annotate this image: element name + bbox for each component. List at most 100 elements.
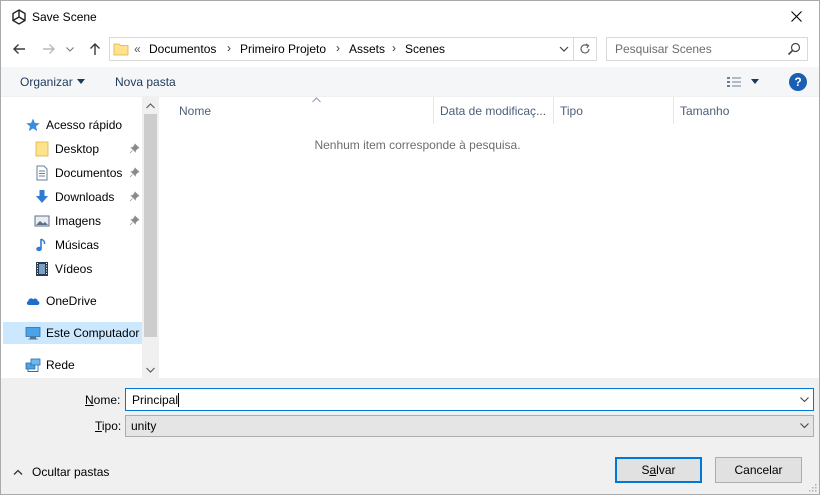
computer-icon <box>25 327 41 340</box>
recent-locations-button[interactable] <box>63 39 77 59</box>
breadcrumb-overflow[interactable]: « <box>134 42 141 56</box>
view-details-icon[interactable] <box>726 75 742 89</box>
nav-item-label: Músicas <box>55 238 100 252</box>
nav-item-documents[interactable]: Documentos <box>34 162 140 184</box>
window-title: Save Scene <box>32 10 97 24</box>
cancel-button[interactable]: Cancelar <box>715 457 802 483</box>
column-header-label: Data de modificaç... <box>440 103 547 118</box>
folder-icon <box>35 141 49 157</box>
empty-list-message: Nenhum item corresponde à pesquisa. <box>314 138 521 152</box>
scroll-thumb[interactable] <box>144 114 157 337</box>
organize-menu-button[interactable]: Organizar <box>20 75 73 89</box>
caret-down-icon[interactable] <box>77 79 85 85</box>
address-bar[interactable]: « Documentos › Primeiro Projeto › Assets… <box>109 37 574 61</box>
column-header-date[interactable]: Data de modificaç... <box>434 97 554 124</box>
forward-button[interactable] <box>39 39 59 59</box>
file-type-select[interactable]: unity <box>125 415 814 437</box>
arrow-up-icon <box>90 43 100 55</box>
save-form: Nome: Tipo: unity Ocultar pastas Salvar … <box>1 378 819 494</box>
file-name-input[interactable] <box>126 389 790 410</box>
chevron-down-icon[interactable] <box>559 44 569 54</box>
save-button[interactable]: Salvar <box>615 457 702 483</box>
nav-item-quick-access[interactable]: Acesso rápido <box>25 114 141 136</box>
nav-item-label: Desktop <box>55 142 100 156</box>
hide-folders-button[interactable]: Ocultar pastas <box>13 465 109 479</box>
arrow-left-icon <box>13 44 25 54</box>
breadcrumb-item[interactable]: Documentos <box>149 42 216 56</box>
close-icon <box>790 11 802 22</box>
new-folder-button[interactable]: Nova pasta <box>115 75 176 89</box>
nav-item-downloads[interactable]: Downloads <box>34 186 140 208</box>
scroll-down-button[interactable] <box>142 361 159 378</box>
breadcrumb-item[interactable]: Assets <box>349 42 385 56</box>
text-caret <box>178 393 179 407</box>
arrow-right-icon <box>43 44 55 54</box>
navigation-scrollbar[interactable] <box>142 97 159 378</box>
cloud-icon <box>26 298 40 305</box>
chevron-up-icon <box>146 102 155 108</box>
nav-item-label: Acesso rápido <box>46 118 123 132</box>
network-icon <box>25 358 41 372</box>
chevron-down-icon <box>66 46 74 52</box>
search-icon[interactable] <box>787 42 801 56</box>
refresh-button[interactable] <box>574 37 597 61</box>
nav-item-label: Rede <box>46 358 75 372</box>
command-toolbar: Organizar Nova pasta ? <box>1 67 819 97</box>
nav-item-this-pc[interactable]: Este Computador <box>3 322 142 344</box>
back-button[interactable] <box>9 39 29 59</box>
nav-item-pictures[interactable]: Imagens <box>34 210 140 232</box>
video-icon <box>36 262 48 276</box>
hide-folders-label: Ocultar pastas <box>32 465 110 479</box>
refresh-icon <box>580 43 590 54</box>
nav-item-label: Vídeos <box>55 262 93 276</box>
search-input[interactable] <box>607 38 782 60</box>
nav-item-label: Downloads <box>55 190 115 204</box>
resize-grip-icon[interactable] <box>807 482 817 492</box>
file-name-field[interactable] <box>125 388 814 411</box>
folder-icon <box>113 43 129 56</box>
nav-item-onedrive[interactable]: OneDrive <box>25 290 141 312</box>
chevron-down-icon[interactable] <box>800 397 809 403</box>
column-header-name[interactable]: Nome <box>173 97 434 124</box>
column-header-type[interactable]: Tipo <box>554 97 674 124</box>
nav-item-network[interactable]: Rede <box>25 354 141 376</box>
chevron-up-icon <box>13 469 23 475</box>
picture-icon <box>34 215 50 227</box>
nav-item-music[interactable]: Músicas <box>34 234 140 256</box>
pin-icon[interactable] <box>129 191 140 202</box>
unity-icon <box>12 9 26 25</box>
column-header-size[interactable]: Tamanho <box>674 97 819 124</box>
download-icon <box>36 190 48 203</box>
breadcrumb-separator-icon[interactable]: › <box>227 41 231 55</box>
chevron-down-icon <box>800 423 809 429</box>
star-icon <box>26 118 40 132</box>
scroll-up-button[interactable] <box>142 97 159 114</box>
pin-icon[interactable] <box>129 167 140 178</box>
nav-item-desktop[interactable]: Desktop <box>34 138 140 160</box>
nav-item-label: Imagens <box>55 214 102 228</box>
column-header-label: Tamanho <box>680 103 730 118</box>
nav-item-videos[interactable]: Vídeos <box>34 258 140 280</box>
nav-item-label: OneDrive <box>46 294 97 308</box>
caret-down-icon[interactable] <box>751 79 759 85</box>
save-scene-dialog: Save Scene « Documentos › Primeiro Proje… <box>0 0 820 495</box>
search-box[interactable] <box>606 37 808 61</box>
help-button[interactable]: ? <box>789 73 807 91</box>
pin-icon[interactable] <box>129 143 140 154</box>
pin-icon[interactable] <box>129 215 140 226</box>
file-type-value: unity <box>131 419 157 433</box>
close-button[interactable] <box>773 1 819 32</box>
title-bar[interactable]: Save Scene <box>1 1 819 32</box>
nav-item-label: Este Computador <box>46 326 140 340</box>
up-button[interactable] <box>85 39 105 59</box>
save-button-label: Salvar <box>641 463 676 477</box>
file-name-label: Nome: <box>85 393 121 407</box>
breadcrumb-item[interactable]: Scenes <box>405 42 445 56</box>
music-icon <box>36 238 46 252</box>
breadcrumb-separator-icon[interactable]: › <box>336 41 340 55</box>
sort-ascending-icon <box>312 97 321 103</box>
breadcrumb-item[interactable]: Primeiro Projeto <box>240 42 326 56</box>
column-header-label: Tipo <box>560 103 583 118</box>
breadcrumb-separator-icon[interactable]: › <box>392 41 396 55</box>
file-list[interactable]: Nome Data de modificaç... Tipo Tamanho N… <box>159 97 819 378</box>
